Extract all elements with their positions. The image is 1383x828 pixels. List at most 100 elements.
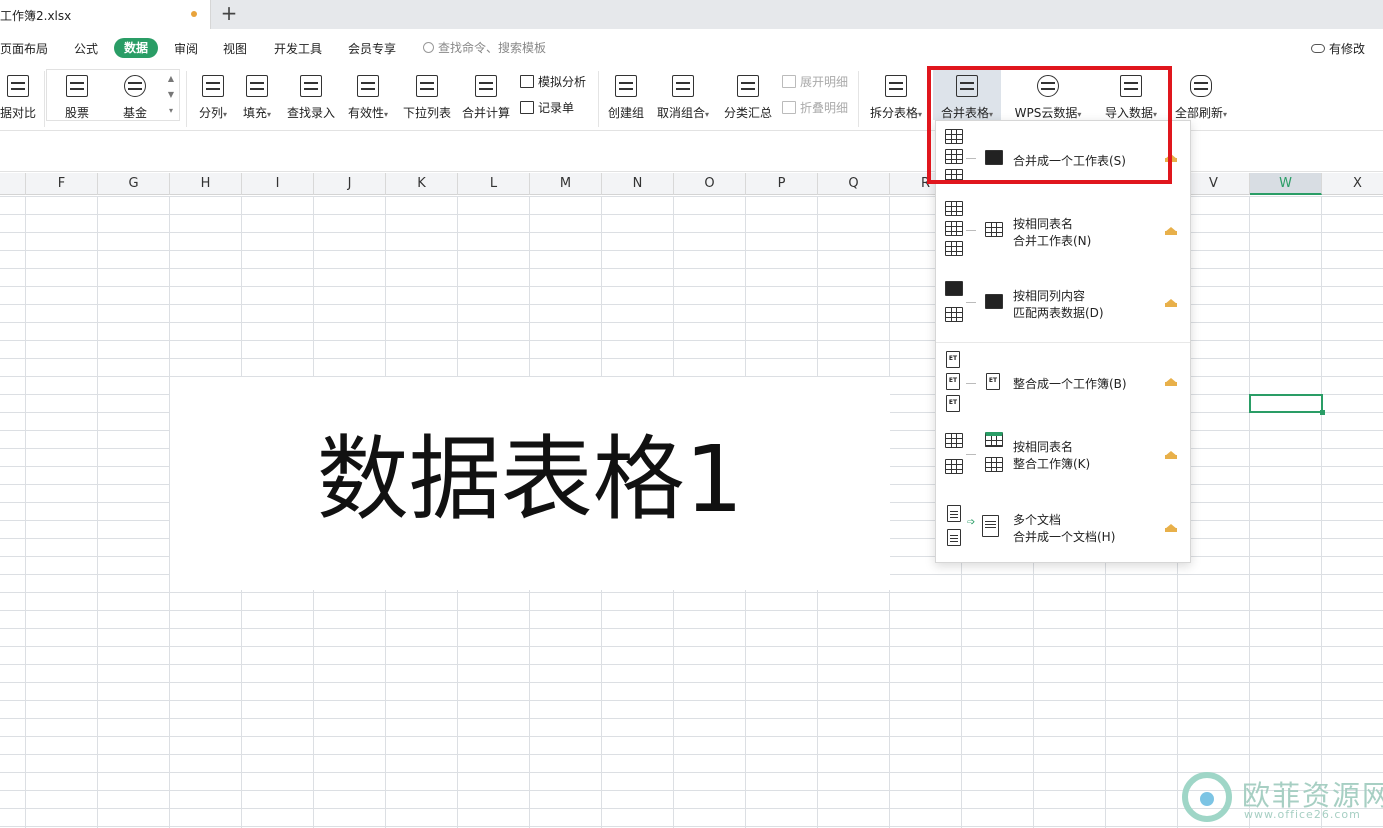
item-line1: 按相同列内容 xyxy=(1013,289,1086,303)
column-header-w[interactable]: W xyxy=(1250,173,1322,195)
refresh-all-button[interactable]: 全部刷新▾ xyxy=(1170,69,1232,125)
merge-into-one-workbook-item[interactable]: ET ET ET ET 整合成一个工作簿(B) xyxy=(936,343,1190,423)
collapse-detail-button[interactable]: 折叠明细 xyxy=(782,99,848,116)
column-header-f[interactable]: F xyxy=(26,173,98,195)
title-bar: 工作簿2.xlsx + xyxy=(0,0,1383,29)
column-header-x[interactable]: X xyxy=(1322,173,1383,195)
column-header-blank[interactable] xyxy=(0,173,26,195)
sheet-icon xyxy=(945,459,963,474)
column-header-k[interactable]: K xyxy=(386,173,458,195)
merge-documents-item[interactable]: ➩ 多个文档 合并成一个文档(H) xyxy=(936,495,1190,563)
column-header-g[interactable]: G xyxy=(98,173,170,195)
consolidate-button[interactable]: 合并计算 xyxy=(458,69,514,125)
fill-label: 填充 xyxy=(242,106,267,120)
lookup-icon xyxy=(300,75,322,97)
watermark-url: www.office26.com xyxy=(1244,808,1361,821)
split-column-button[interactable]: 分列▾ xyxy=(192,69,234,125)
menu-developer[interactable]: 开发工具 xyxy=(274,40,322,57)
cloud-status[interactable]: 有修改 xyxy=(1311,40,1365,57)
fill-button[interactable]: 填充▾ xyxy=(236,69,278,125)
crown-icon xyxy=(1164,451,1178,459)
fill-down-icon xyxy=(246,75,268,97)
search-placeholder: 查找命令、搜索模板 xyxy=(438,41,547,55)
document-icon xyxy=(947,529,961,546)
column-header-i[interactable]: I xyxy=(242,173,314,195)
selected-cell[interactable] xyxy=(1249,394,1325,415)
match-two-tables-item[interactable]: 按相同列内容 匹配两表数据(D) xyxy=(936,269,1190,341)
expand-detail-button[interactable]: 展开明细 xyxy=(782,73,848,90)
menu-member[interactable]: 会员专享 xyxy=(348,40,396,57)
search-icon xyxy=(423,42,434,53)
create-group-button[interactable]: 创建组 xyxy=(604,69,648,125)
new-tab-button[interactable]: + xyxy=(218,3,240,25)
column-header-l[interactable]: L xyxy=(458,173,530,195)
dropdown-list-icon xyxy=(416,75,438,97)
document-tab[interactable]: 工作簿2.xlsx xyxy=(0,0,211,29)
create-group-label: 创建组 xyxy=(607,106,644,120)
menu-review[interactable]: 审阅 xyxy=(174,40,198,57)
compare-icon xyxy=(7,75,29,97)
column-header-q[interactable]: Q xyxy=(818,173,890,195)
expand-detail-label: 展开明细 xyxy=(800,75,849,89)
menu-page-layout[interactable]: 页面布局 xyxy=(0,40,48,57)
matched-table-icon xyxy=(985,294,1003,309)
search-input[interactable]: 查找命令、搜索模板 xyxy=(423,39,546,56)
record-icon xyxy=(520,101,534,114)
dropdown-list-button[interactable]: 下拉列表 xyxy=(400,69,454,125)
modified-label: 有修改 xyxy=(1329,42,1366,56)
item-line1: 按相同表名 xyxy=(1013,440,1074,454)
column-header-j[interactable]: J xyxy=(314,173,386,195)
unsaved-dot-icon xyxy=(191,11,197,17)
menu-data[interactable]: 数据 xyxy=(114,38,158,58)
menu-view[interactable]: 视图 xyxy=(223,40,247,57)
ungroup-button[interactable]: 取消组合▾ xyxy=(652,69,714,125)
consolidate-icon xyxy=(475,75,497,97)
divider xyxy=(858,71,859,127)
split-table-button[interactable]: 拆分表格▾ xyxy=(866,69,926,125)
watermark: 欧菲资源网 www.office26.com xyxy=(1176,770,1383,828)
column-header-o[interactable]: O xyxy=(674,173,746,195)
merged-workbook-icon xyxy=(985,432,1003,447)
connector-line xyxy=(966,230,976,231)
connector-line xyxy=(966,383,976,384)
record-button[interactable]: 记录单 xyxy=(520,99,574,116)
watermark-logo-icon xyxy=(1182,772,1232,822)
ungroup-icon xyxy=(672,75,694,97)
text-box[interactable]: 数据表格1 xyxy=(170,377,890,590)
crown-icon xyxy=(1164,227,1178,235)
et-file-icon: ET xyxy=(946,351,960,368)
ungroup-label: 取消组合 xyxy=(656,106,705,120)
menu-formula[interactable]: 公式 xyxy=(74,40,98,57)
simulate-icon xyxy=(520,75,534,88)
column-header-p[interactable]: P xyxy=(746,173,818,195)
item-line2: 合并工作表(N) xyxy=(1013,234,1092,248)
validity-button[interactable]: 有效性▾ xyxy=(342,69,394,125)
column-header-h[interactable]: H xyxy=(170,173,242,195)
item-line1: 整合成一个工作簿(B) xyxy=(1013,377,1127,391)
fund-label: 基金 xyxy=(122,106,147,120)
subtotal-label: 分类汇总 xyxy=(723,106,772,120)
collapse-detail-icon xyxy=(782,101,796,114)
fund-button[interactable]: 基金 xyxy=(110,69,160,125)
simulate-button[interactable]: 模拟分析 xyxy=(520,73,586,90)
validity-label: 有效性 xyxy=(347,106,384,120)
split-table-icon xyxy=(885,75,907,97)
column-header-n[interactable]: N xyxy=(602,173,674,195)
et-file-icon: ET xyxy=(946,373,960,390)
menu-bar: 页面布局 公式 数据 审阅 视图 开发工具 会员专享 查找命令、搜索模板 有修改 xyxy=(0,29,1383,65)
stock-button[interactable]: 股票 xyxy=(52,69,102,125)
merge-sheets-by-name-item[interactable]: 按相同表名 合并工作表(N) xyxy=(936,197,1190,269)
merged-workbook-icon xyxy=(985,457,1003,472)
lookup-entry-button[interactable]: 查找录入 xyxy=(284,69,338,125)
divider xyxy=(598,71,599,127)
compare-button[interactable]: 据对比 xyxy=(0,69,42,125)
yen-icon xyxy=(124,75,146,97)
gallery-scroll[interactable]: ▲ ▼ ▾ xyxy=(164,71,178,121)
item-line1: 多个文档 xyxy=(1013,513,1062,527)
crown-icon xyxy=(1164,524,1178,532)
subtotal-button[interactable]: 分类汇总 xyxy=(720,69,776,125)
merge-workbooks-by-name-item[interactable]: 按相同表名 整合工作簿(K) xyxy=(936,423,1190,495)
lookup-label: 查找录入 xyxy=(286,106,335,120)
column-header-m[interactable]: M xyxy=(530,173,602,195)
text-box-content: 数据表格1 xyxy=(316,426,744,533)
